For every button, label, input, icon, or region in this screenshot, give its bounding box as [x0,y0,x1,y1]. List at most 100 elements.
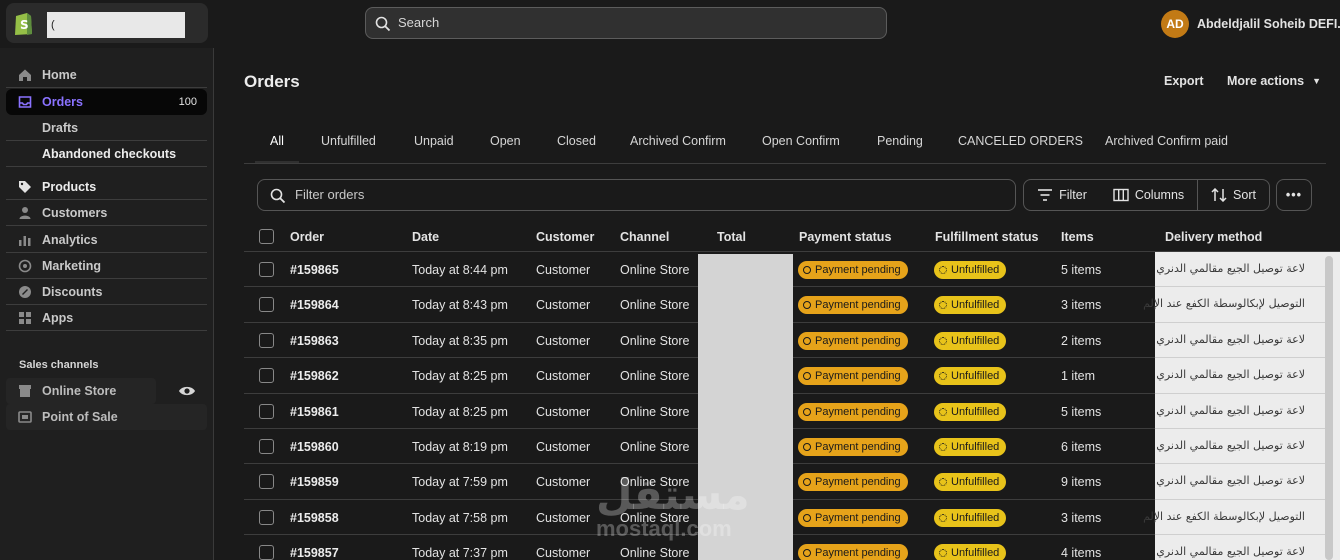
tab-open[interactable]: Open [490,134,521,148]
tab-unpaid[interactable]: Unpaid [414,134,454,148]
export-button[interactable]: Export [1164,74,1204,88]
column-header-total[interactable]: Total [717,230,746,244]
payment-status-text: Payment pending [815,511,901,524]
order-number-link[interactable]: #159858 [290,511,339,525]
row-checkbox[interactable] [259,545,274,560]
sort-icon [1211,188,1227,202]
search-placeholder: Search [398,15,440,30]
scrollbar[interactable] [1325,256,1333,560]
column-header-date[interactable]: Date [412,230,439,244]
order-number-link[interactable]: #159859 [290,475,339,489]
store-switcher[interactable]: S ( [6,3,208,43]
order-date: Today at 8:43 pm [412,298,508,313]
status-dot-icon [939,407,947,416]
column-header-payment-status[interactable]: Payment status [799,230,891,244]
shopify-logo-icon: S [15,13,32,35]
user-name[interactable]: Abdeldjalil Soheib DEFI... [1197,0,1340,48]
column-header-fulfillment-status[interactable]: Fulfillment status [935,230,1038,244]
payment-status-badge: Payment pending [798,402,908,421]
order-items: 1 item [1061,369,1096,384]
delivery-method-text: التوصيل لإبكالوسطة الكفع عند الإلم [1143,297,1305,311]
select-all-checkbox[interactable] [259,229,274,244]
eye-icon[interactable] [178,384,196,398]
fulfillment-status-badge: Unfulfilled [934,367,1007,386]
payment-status-text: Payment pending [815,405,901,418]
tab-archived-confirm[interactable]: Archived Confirm [630,134,726,148]
tab-open-confirm[interactable]: Open Confirm [762,134,840,148]
order-number-link[interactable]: #159857 [290,546,339,560]
row-checkbox[interactable] [259,403,274,419]
sidebar-item-apps[interactable]: Apps [6,305,207,331]
sidebar-item-drafts[interactable]: Drafts [6,115,207,141]
columns-button[interactable]: Columns [1100,179,1198,211]
sidebar-item-online-store[interactable]: Online Store [6,378,156,404]
sidebar-item-orders[interactable]: Orders 100 [6,89,207,115]
sidebar-item-marketing[interactable]: Marketing [6,253,207,279]
search-icon [375,16,391,32]
column-header-items[interactable]: Items [1061,230,1094,244]
order-number-link[interactable]: #159861 [290,405,339,419]
row-checkbox[interactable] [259,474,274,490]
fulfillment-status-text: Unfulfilled [951,476,1000,489]
more-actions-button[interactable]: More actions ▼ [1227,74,1321,88]
more-actions-label: More actions [1227,74,1305,88]
status-dot-icon [803,478,811,487]
order-channel: Online Store [620,369,690,384]
row-checkbox[interactable] [259,368,274,384]
column-header-channel[interactable]: Channel [620,230,669,244]
delivery-method-column: لاعة توصيل الجيع مقالمي الدنري التوصيل لإ… [1143,252,1333,560]
payment-status-badge: Payment pending [798,473,908,492]
delivery-method-text: لاعة توصيل الجيع مقالمي الدنري [1156,403,1305,417]
sidebar-item-customers[interactable]: Customers [6,200,207,226]
order-number-link[interactable]: #159863 [290,334,339,348]
column-header-customer[interactable]: Customer [536,230,594,244]
tab-archived-confirm-paid[interactable]: Archived Confirm paid [1105,134,1228,148]
fulfillment-status-badge: Unfulfilled [934,508,1007,527]
watermark: مستقل mostaql.com [596,474,750,540]
avatar[interactable]: AD [1161,10,1189,38]
column-header-delivery-method[interactable]: Delivery method [1165,230,1262,244]
order-number-link[interactable]: #159862 [290,369,339,383]
tab-unfulfilled[interactable]: Unfulfilled [321,134,376,148]
row-checkbox[interactable] [259,332,274,348]
delivery-method-text: لاعة توصيل الجيع مقالمي الدنري [1156,368,1305,382]
tab-canceled-orders[interactable]: CANCELED ORDERS [958,134,1083,148]
more-options-button[interactable]: ••• [1276,179,1312,211]
store-icon [19,385,31,397]
payment-status-text: Payment pending [815,370,901,383]
search-bar[interactable]: Search [365,7,887,39]
row-checkbox[interactable] [259,297,274,313]
discount-icon [19,285,31,298]
row-checkbox[interactable] [259,509,274,525]
status-dot-icon [803,301,811,310]
order-channel: Online Store [620,439,690,454]
tab-pending[interactable]: Pending [877,134,923,148]
search-icon [270,188,286,204]
sidebar-item-products[interactable]: Products [6,174,207,200]
sidebar-item-discounts[interactable]: Discounts [6,279,207,305]
order-number-link[interactable]: #159864 [290,298,339,312]
filter-label: Filter [1059,188,1087,202]
row-checkbox[interactable] [259,438,274,454]
order-number-link[interactable]: #159860 [290,440,339,454]
delivery-method-text: لاعة توصيل الجيع مقالمي الدنري [1156,474,1305,488]
target-icon [18,259,32,272]
order-customer: Customer [536,546,591,560]
order-number-link[interactable]: #159865 [290,263,339,277]
tab-all[interactable]: All [270,134,284,148]
filter-orders-input[interactable]: Filter orders [257,179,1016,211]
order-items: 2 items [1061,333,1102,348]
filter-button[interactable]: Filter [1023,179,1101,211]
tab-closed[interactable]: Closed [557,134,596,148]
sidebar-item-analytics[interactable]: Analytics [6,227,207,253]
sidebar-item-home[interactable]: Home [6,62,207,88]
status-dot-icon [803,336,811,345]
payment-status-badge: Payment pending [798,367,908,386]
sort-button[interactable]: Sort [1198,179,1270,211]
sidebar-item-abandoned-checkouts[interactable]: Abandoned checkouts [6,141,207,167]
column-header-order[interactable]: Order [290,230,324,244]
status-dot-icon [939,513,947,522]
row-checkbox[interactable] [259,262,274,277]
sidebar-item-point-of-sale[interactable]: Point of Sale [6,404,207,430]
sidebar-item-label: Orders [42,95,83,109]
